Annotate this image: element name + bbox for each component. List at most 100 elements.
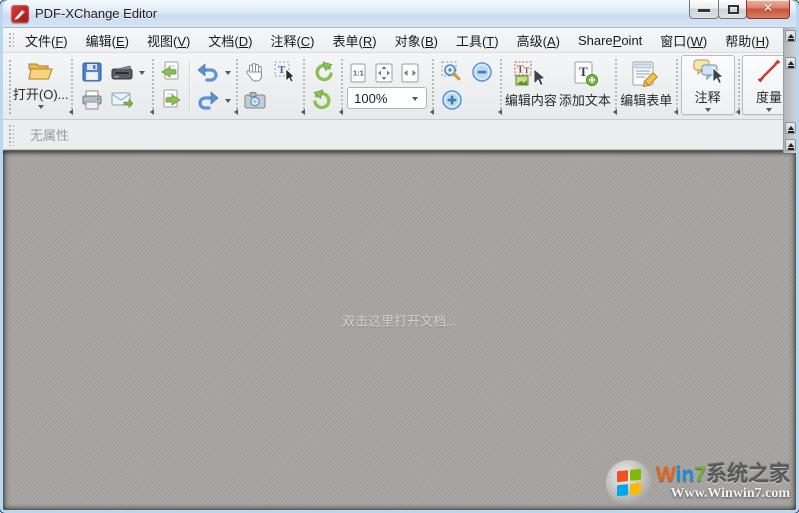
toolbar-grip[interactable] <box>7 58 12 114</box>
edit-form-icon <box>631 61 661 87</box>
toolbar-overflow-button[interactable] <box>785 57 796 69</box>
measure-dropdown-icon <box>765 108 772 112</box>
actual-size-button[interactable]: 1:1 <box>345 61 371 85</box>
redo-button[interactable] <box>193 86 223 114</box>
hand-tool-button[interactable] <box>240 58 270 86</box>
windows-logo-icon <box>606 460 652 506</box>
email-icon <box>111 91 134 109</box>
titlebar: PDF-XChange Editor ✕ <box>3 0 796 28</box>
menu-label: ) <box>765 33 770 49</box>
open-document-hint[interactable]: 双击这里打开文档... <box>342 310 457 329</box>
snapshot-button[interactable] <box>240 86 270 114</box>
fit-width-button[interactable] <box>397 61 423 85</box>
edit-form-button[interactable]: 编辑表单 <box>619 55 673 115</box>
svg-text:T: T <box>579 64 588 79</box>
zoom-level-value: 100% <box>354 90 388 106</box>
menu-label: 表单( <box>332 33 363 49</box>
zoom-out-icon <box>471 61 493 83</box>
rotate-cw-button[interactable] <box>308 86 338 114</box>
redo-dropdown-icon[interactable] <box>225 99 232 103</box>
toolbar-overflow-button[interactable] <box>785 122 796 134</box>
select-text-icon: T <box>274 61 296 83</box>
minimize-button[interactable] <box>689 0 719 19</box>
menu-object[interactable]: 对象(B) <box>386 28 447 53</box>
menubar-grip[interactable] <box>7 31 14 49</box>
close-button[interactable]: ✕ <box>746 0 790 19</box>
print-button[interactable] <box>77 86 107 114</box>
window-title: PDF-XChange Editor <box>35 6 158 21</box>
view-nav-group <box>156 55 186 117</box>
menu-edit[interactable]: 编辑(E) <box>77 28 138 53</box>
menu-view[interactable]: 视图(V) <box>138 28 199 53</box>
toolbar-separator <box>735 57 741 115</box>
menu-window[interactable]: 窗口(W) <box>651 28 716 53</box>
menu-label: 帮助( <box>725 33 756 49</box>
menu-document[interactable]: 文档(D) <box>199 28 261 53</box>
undo-dropdown-icon[interactable] <box>225 71 232 75</box>
menu-label: ) <box>494 33 499 49</box>
save-button[interactable] <box>77 58 107 86</box>
propsbar-overflow-button[interactable] <box>785 139 796 151</box>
fit-page-button[interactable] <box>371 61 397 85</box>
menu-help[interactable]: 帮助(H) <box>716 28 778 53</box>
save-icon <box>82 62 102 82</box>
actual-size-icon: 1:1 <box>349 63 367 83</box>
zoom-marquee-button[interactable] <box>437 58 467 86</box>
document-canvas[interactable]: 双击这里打开文档... Win7系统之家 Www.Winwin7.com <box>3 150 796 510</box>
comment-dropdown-icon <box>704 108 711 112</box>
menu-label: ) <box>372 33 377 49</box>
prev-view-icon <box>161 61 181 83</box>
app-window: PDF-XChange Editor ✕ 文件(F) 编辑(E) 视图(V) 文… <box>0 0 799 513</box>
next-view-button[interactable] <box>156 86 186 114</box>
toolbar-separator <box>430 57 436 115</box>
actual-size-label: 1:1 <box>353 69 364 78</box>
undo-button[interactable] <box>193 58 223 86</box>
email-button[interactable] <box>107 86 137 114</box>
open-button[interactable]: 打开(O)... <box>13 55 69 115</box>
toolbar-separator <box>612 57 619 115</box>
menu-label: 编辑( <box>85 33 116 49</box>
menu-comments[interactable]: 注释(C) <box>261 28 323 53</box>
menu-accesskey: C <box>300 33 311 49</box>
previous-view-button[interactable] <box>156 58 186 86</box>
comment-button[interactable]: 注释 <box>680 55 735 115</box>
properties-bar: 无属性 <box>3 120 796 150</box>
edit-content-icon: TT <box>514 61 548 87</box>
scan-button[interactable] <box>107 58 137 86</box>
menu-label: 文件( <box>25 33 56 49</box>
toolbar-separator <box>68 57 75 115</box>
svg-text:T: T <box>517 65 524 76</box>
maximize-icon <box>728 5 739 14</box>
menu-file[interactable]: 文件(F) <box>16 28 77 53</box>
toolbar-separator <box>234 57 240 115</box>
menu-tools[interactable]: 工具(T) <box>447 28 508 53</box>
menu-accesskey: B <box>424 33 434 49</box>
fit-page-icon <box>374 63 394 83</box>
toolbar: 打开(O)... T 1:1 100% T T 编辑内容 T 添加文本 编辑表单… <box>3 53 796 120</box>
menubar-overflow-button[interactable] <box>785 30 796 42</box>
menu-advanced[interactable]: 高级(A) <box>508 28 569 53</box>
rotate-group <box>308 55 338 117</box>
scanner-icon <box>111 63 133 81</box>
zoom-out-button[interactable] <box>467 58 497 86</box>
scan-dropdown-icon[interactable] <box>139 71 146 75</box>
select-text-button[interactable]: T <box>270 58 300 86</box>
rotate-ccw-button[interactable] <box>308 58 338 86</box>
toolbar-overflow-strip <box>783 28 796 153</box>
menu-form[interactable]: 表单(R) <box>324 28 386 53</box>
menu-sharepoint[interactable]: SharePoint <box>569 30 651 51</box>
watermark-brand: Win7系统之家 <box>656 463 790 486</box>
menu-label: Share <box>577 32 613 48</box>
zoom-level-combobox[interactable]: 100% <box>347 87 428 109</box>
minimize-icon <box>698 9 710 12</box>
toolbar-separator <box>301 57 307 115</box>
menu-label: ) <box>702 33 708 49</box>
properties-bar-grip[interactable] <box>7 123 14 146</box>
measure-icon <box>756 58 782 84</box>
zoom-in-button[interactable] <box>437 86 467 114</box>
undo-redo-group <box>193 55 233 117</box>
edit-content-button[interactable]: TT 编辑内容 <box>504 55 558 115</box>
watermark-url: Www.Winwin7.com <box>670 486 790 501</box>
maximize-button[interactable] <box>718 0 747 19</box>
add-text-button[interactable]: T 添加文本 <box>558 55 612 115</box>
